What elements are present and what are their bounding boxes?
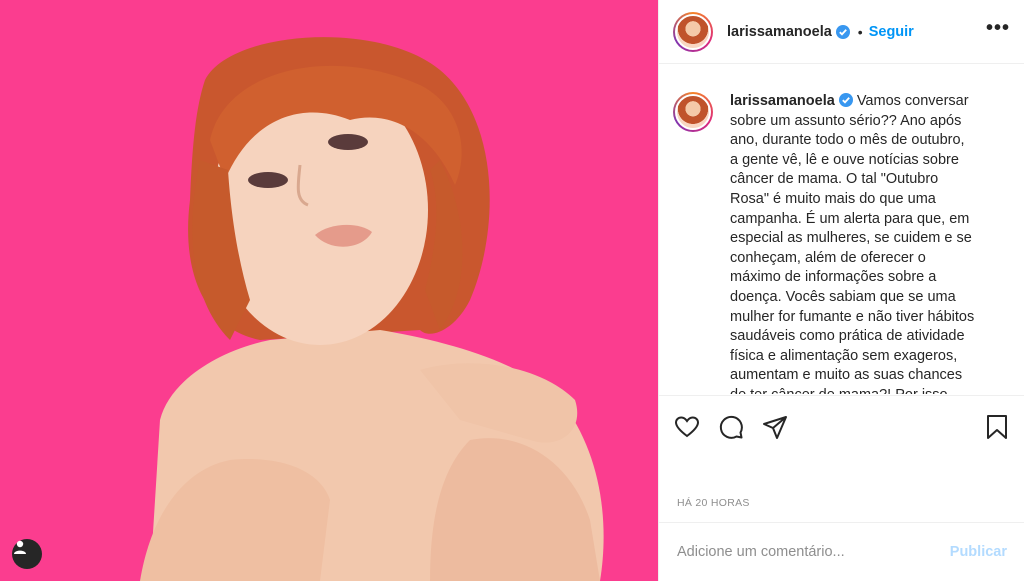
caption-avatar[interactable] [673, 92, 713, 132]
verified-badge-icon [835, 24, 850, 39]
portrait-illustration [140, 37, 604, 581]
post-header: larissamanoela • Seguir ••• [659, 0, 1024, 64]
comment-icon[interactable] [717, 413, 745, 441]
caption: larissamanoela Vamos conversar sobre um … [730, 92, 976, 394]
post-side-panel: larissamanoela • Seguir ••• larissamanoe… [658, 0, 1024, 581]
avatar[interactable] [673, 11, 713, 52]
paper-plane-icon[interactable] [761, 413, 789, 441]
username-link[interactable]: larissamanoela [727, 24, 832, 40]
comment-form: Publicar [659, 522, 1024, 581]
verified-badge-icon [838, 93, 853, 107]
post-image[interactable] [0, 0, 658, 581]
action-bar [659, 395, 1024, 457]
caption-text: Vamos conversar sobre um assunto sério??… [730, 93, 975, 394]
caption-section: larissamanoela Vamos conversar sobre um … [673, 92, 1013, 394]
follow-button[interactable]: Seguir [869, 24, 914, 40]
publish-button[interactable]: Publicar [950, 544, 1007, 560]
user-tag-icon[interactable] [12, 539, 42, 569]
post-timestamp[interactable]: HÁ 20 HORAS [677, 497, 750, 509]
heart-icon[interactable] [673, 413, 701, 441]
separator-dot: • [857, 23, 863, 40]
caption-username[interactable]: larissamanoela [730, 93, 835, 109]
comment-input[interactable] [677, 544, 950, 560]
bookmark-icon[interactable] [983, 413, 1011, 441]
more-options-icon[interactable]: ••• [986, 17, 1010, 46]
